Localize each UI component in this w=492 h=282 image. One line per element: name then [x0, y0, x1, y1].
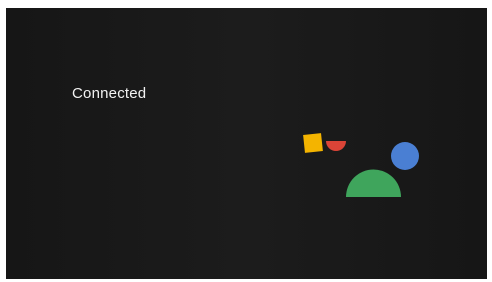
- google-shapes-illustration: [303, 133, 419, 197]
- red-half-circle-shape: [326, 141, 346, 151]
- yellow-square-shape: [303, 133, 323, 153]
- connected-screen: Connected: [6, 8, 487, 279]
- green-semicircle-shape: [346, 169, 401, 197]
- blue-circle-shape: [391, 142, 419, 170]
